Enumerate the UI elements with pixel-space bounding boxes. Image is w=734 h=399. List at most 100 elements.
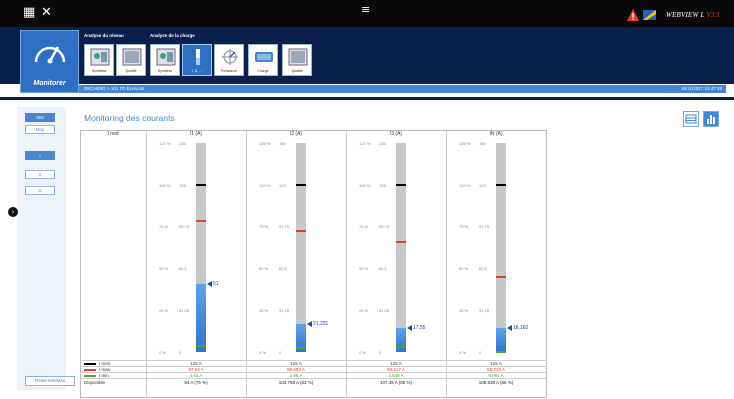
tick-label-pct: 0 % (359, 350, 366, 355)
available-value: 107.45 A (86 %) (379, 380, 413, 385)
imax-marker (296, 229, 306, 232)
legend-imax: I max. (84, 367, 111, 372)
tick-label-value: 93,75 (479, 224, 490, 230)
tick-label-pct: 0 % (259, 350, 266, 355)
load-button[interactable]: Charge (248, 44, 278, 76)
tick-label-value: 156 (179, 141, 186, 146)
tick-label-pct: 25 % (259, 308, 269, 314)
top-bar: ▦ ✕ ≡ WEBVIEW L V2.1 (0, 0, 734, 27)
warning-icon[interactable] (627, 9, 639, 21)
tick-label-value: 125 (379, 182, 386, 188)
current-button[interactable]: I, U, ... (182, 44, 212, 76)
value-pointer-icon (207, 280, 212, 287)
load-icon (255, 52, 273, 62)
tick-label-value: 31,25 (479, 308, 490, 314)
tick-label-pct: 50 % (259, 266, 269, 272)
gauge-value: 17,55 (413, 325, 426, 332)
value-pointer-icon (307, 320, 312, 327)
imin-value: 2.98 A (289, 373, 303, 378)
tick-label-value: 125 (479, 182, 486, 188)
tick-label-value: 62,5 (479, 266, 487, 272)
monitor-tile[interactable]: Monitorer (20, 30, 79, 93)
column-divider (446, 130, 447, 398)
tick-label-value: 93,75 (379, 224, 390, 230)
inom-value: 125 A (190, 361, 202, 366)
load-synthesis-button[interactable]: Synthèse (150, 44, 180, 76)
page-title: Monitoring des courants (84, 113, 175, 123)
tick-label-value: 31,25 (179, 308, 190, 314)
inom-swatch (84, 362, 96, 365)
breadcrumb-bar: DECHEIIO > 101 TD ELHLAB 15/11/2017 15:4… (79, 85, 726, 93)
power-button[interactable]: Puissance (214, 44, 244, 76)
available-value: 103.769 A (83 %) (278, 380, 314, 385)
left-panel (17, 107, 66, 390)
gauge-value: 18,162 (513, 324, 529, 331)
available-value: 94 A (75 %) (184, 380, 208, 385)
tick-label-pct: 0 % (459, 350, 466, 355)
legend-imin: I min. (84, 373, 110, 378)
currents-table (80, 130, 547, 398)
voltage-v-selector[interactable]: V (25, 170, 55, 179)
voltage-u-selector[interactable]: U (25, 186, 55, 195)
load-analysis-label: Analyse de la charge (150, 33, 195, 38)
imin-value: 4.63 A (189, 373, 203, 378)
load-quality-button[interactable]: Qualité (282, 44, 312, 76)
current-selector[interactable]: I (25, 151, 55, 160)
hamburger-menu-icon[interactable]: ≡ (361, 3, 370, 16)
imax-value: 55.713 A (487, 367, 505, 372)
imax-swatch (84, 368, 96, 371)
current-gauge-icon (196, 49, 200, 65)
inom-marker (296, 183, 306, 186)
imin-value: 0.091 A (488, 373, 504, 378)
tick-label-value: 156 (379, 141, 386, 146)
inom-value: 125 A (290, 361, 302, 366)
imin-marker (396, 346, 406, 349)
instantaneous-button[interactable]: Inst (25, 113, 55, 122)
column-divider (346, 130, 347, 398)
gauge-background (396, 143, 406, 352)
brand-name: WEBVIEW L V2.1 (666, 11, 721, 19)
imax-marker (496, 276, 506, 279)
column-header: I2 (A) (289, 131, 303, 137)
column-header: I1 (A) (189, 131, 203, 137)
average-button[interactable]: Moy (25, 125, 55, 134)
tick-label-pct: 100 % (459, 182, 471, 188)
tick-label-pct: 25 % (459, 308, 469, 314)
network-synthesis-icon (90, 48, 110, 66)
tick-label-pct: 75 % (359, 224, 369, 230)
network-synthesis-button[interactable]: Synthèse (84, 44, 114, 76)
column-header: IN (A) (489, 131, 503, 137)
language-flag-icon[interactable] (643, 10, 656, 20)
row-divider (80, 378, 547, 379)
gauge-background (296, 143, 306, 352)
network-quality-button[interactable]: Qualité (116, 44, 146, 76)
tick-label-pct: 25 % (359, 308, 369, 314)
imin-marker (296, 347, 306, 349)
gauge-fill (496, 327, 506, 352)
tick-label-value: 31,25 (379, 308, 390, 314)
imax-marker (396, 240, 406, 243)
tick-label-value: 62,5 (179, 266, 187, 272)
imin-swatch (84, 374, 96, 377)
breadcrumb[interactable]: DECHEIIO > 101 TD ELHLAB (84, 86, 144, 91)
tick-label-value: 93,75 (179, 224, 190, 230)
column-header: I3 (A) (389, 131, 403, 137)
power-vector-icon (222, 49, 238, 65)
imax-value: 90.553 A (287, 367, 305, 372)
monitor-label: Monitorer (33, 80, 66, 87)
tick-label-value: 125 (179, 182, 186, 188)
datetime: 15/11/2017 15:47:49 (681, 86, 722, 91)
tick-label-value: 125 (279, 182, 286, 188)
tick-label-value: 0 (179, 350, 182, 355)
table-view-button[interactable] (683, 111, 699, 127)
tick-label-pct: 100 % (359, 182, 371, 188)
expand-arrow-icon[interactable]: › (8, 207, 18, 217)
chart-view-button[interactable] (703, 111, 719, 127)
legend-dispo: Disponible (84, 380, 106, 385)
home-icon[interactable]: ▦ (23, 6, 35, 20)
value-pointer-icon (507, 324, 512, 331)
tick-label-pct: 100 % (159, 182, 171, 188)
tick-label-pct: 125 % (259, 141, 271, 146)
reset-minmax-button[interactable]: Reset Min/Max (25, 376, 75, 386)
tools-icon[interactable]: ✕ (41, 6, 52, 20)
